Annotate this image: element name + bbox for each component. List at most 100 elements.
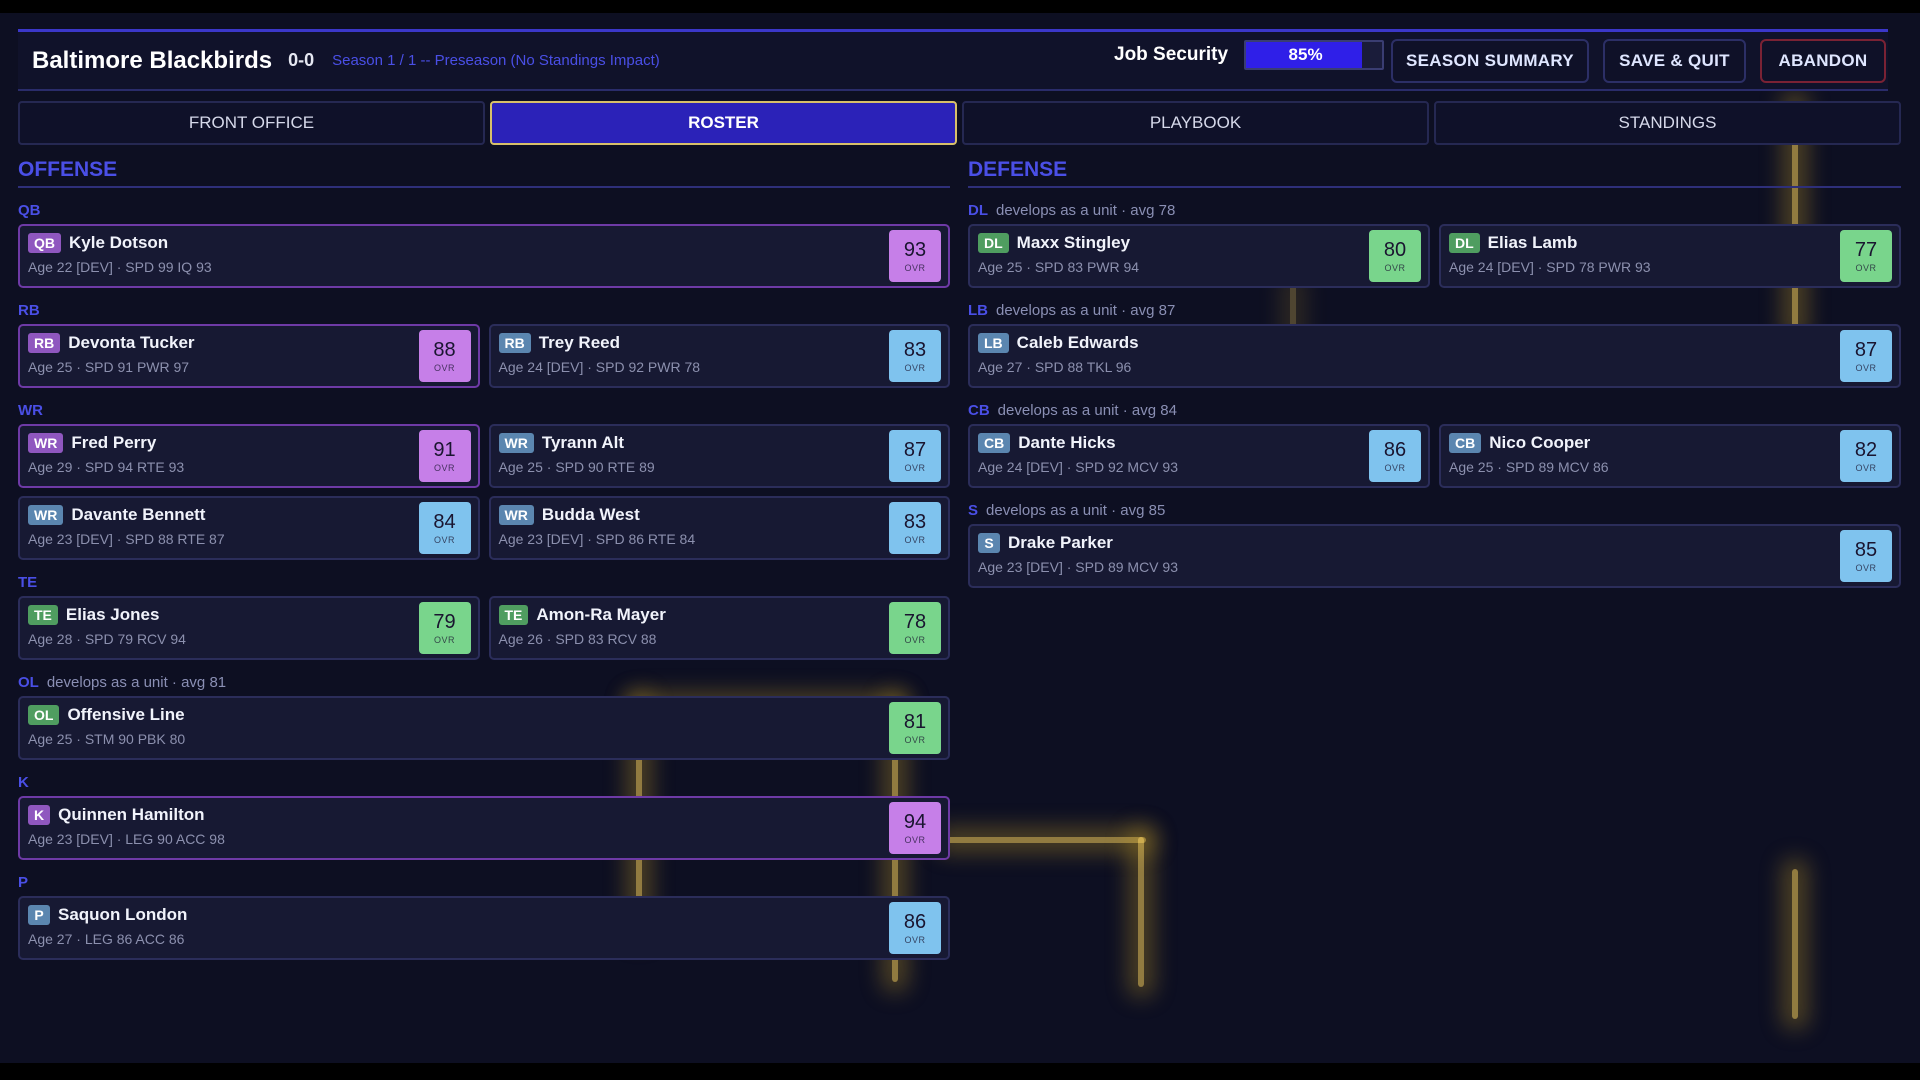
player-name: Quinnen Hamilton — [58, 805, 205, 824]
season-summary-button[interactable]: SEASON SUMMARY — [1391, 39, 1589, 83]
player-name: Elias Lamb — [1487, 233, 1578, 252]
overall-rating-label: OVR — [433, 462, 455, 473]
tab-front-office[interactable]: FRONT OFFICE — [18, 101, 485, 145]
position-label: OL — [18, 674, 39, 691]
player-info: Age 23 [DEV] · SPD 88 RTE 87 — [28, 531, 225, 547]
overall-rating-badge: 94 OVR — [889, 802, 941, 854]
overall-rating-badge: 78 OVR — [889, 602, 941, 654]
player-card[interactable]: LB Caleb Edwards Age 27 · SPD 88 TKL 96 87 O… — [968, 324, 1901, 388]
player-row: QB Kyle Dotson Age 22 [DEV] · SPD 99 IQ 93… — [18, 224, 950, 288]
player-row: K Quinnen Hamilton Age 23 [DEV] · LEG 90 A… — [18, 796, 950, 860]
unit-note: develops as a unit · avg 84 — [997, 402, 1177, 419]
position-badge: DL — [1449, 233, 1480, 253]
job-security-label: Job Security — [1114, 44, 1229, 65]
player-card[interactable]: RB Devonta Tucker Age 25 · SPD 91 PWR 97 88… — [18, 324, 480, 388]
position-label: P — [18, 874, 29, 891]
position-label: WR — [18, 402, 43, 419]
game-screen: Baltimore Blackbirds 0-0 Season 1 / 1 --… — [0, 13, 1920, 1063]
player-card[interactable]: DL Elias Lamb Age 24 [DEV] · SPD 78 PWR 93… — [1439, 224, 1901, 288]
player-info: Age 25 · SPD 91 PWR 97 — [28, 359, 190, 375]
player-info: Age 27 · SPD 88 TKL 96 — [978, 359, 1132, 375]
player-card[interactable]: OL Offensive Line Age 25 · STM 90 PBK 80 81… — [18, 696, 950, 760]
overall-rating-label: OVR — [1384, 262, 1406, 273]
player-name: Nico Cooper — [1489, 433, 1591, 452]
position-badge: RB — [28, 333, 61, 353]
overall-rating-value: 86 — [1383, 438, 1407, 461]
overall-rating-label: OVR — [1855, 362, 1877, 373]
player-info: Age 22 [DEV] · SPD 99 IQ 93 — [28, 259, 212, 275]
overall-rating-label: OVR — [904, 734, 926, 745]
player-card[interactable]: S Drake Parker Age 23 [DEV] · SPD 89 MCV 9… — [968, 524, 1901, 588]
position-label: LB — [968, 302, 988, 319]
player-row: OL Offensive Line Age 25 · STM 90 PBK 80 81… — [18, 696, 950, 760]
player-name: Caleb Edwards — [1016, 333, 1139, 352]
position-badge: DL — [978, 233, 1009, 253]
position-group-header: P — [18, 874, 950, 892]
defense-column: DEFENSE DL develops as a unit · avg 78 DL M… — [968, 158, 1901, 588]
player-card-header: CB Nico Cooper — [1449, 431, 1891, 455]
player-name: Drake Parker — [1008, 533, 1113, 552]
player-card[interactable]: P Saquon London Age 27 · LEG 86 ACC 86 86 OV… — [18, 896, 950, 960]
overall-rating-badge: 91 OVR — [418, 430, 471, 482]
abandon-button[interactable]: ABANDON — [1760, 39, 1886, 83]
player-card-header: CB Dante Hicks — [978, 431, 1420, 455]
player-card-header: K Quinnen Hamilton — [28, 803, 940, 827]
overall-rating-value: 83 — [903, 338, 927, 361]
overall-rating-value: 94 — [903, 810, 927, 833]
player-card[interactable]: WR Tyrann Alt Age 25 · SPD 90 RTE 89 87 OVR — [488, 424, 950, 488]
overall-rating-label: OVR — [433, 362, 455, 373]
player-card[interactable]: WR Davante Bennett Age 23 [DEV] · SPD 88 R… — [18, 496, 480, 560]
overall-rating-badge: 79 OVR — [418, 602, 471, 654]
overall-rating-label: OVR — [904, 462, 926, 473]
player-card[interactable]: WR Budda West Age 23 [DEV] · SPD 86 RTE 84… — [488, 496, 950, 560]
player-info: Age 23 [DEV] · SPD 89 MCV 93 — [978, 559, 1178, 575]
player-card[interactable]: QB Kyle Dotson Age 22 [DEV] · SPD 99 IQ 93… — [18, 224, 950, 288]
player-info: Age 24 [DEV] · SPD 92 MCV 93 — [978, 459, 1178, 475]
overall-rating-value: 79 — [433, 610, 456, 633]
player-card[interactable]: RB Trey Reed Age 24 [DEV] · SPD 92 PWR 78 8… — [488, 324, 950, 388]
player-info: Age 25 · SPD 90 RTE 89 — [498, 459, 655, 475]
decorative-glow-line — [1792, 869, 1798, 1019]
player-card[interactable]: WR Fred Perry Age 29 · SPD 94 RTE 93 91 OVR — [18, 424, 480, 488]
player-card[interactable]: K Quinnen Hamilton Age 23 [DEV] · LEG 90 A… — [18, 796, 950, 860]
player-name: Trey Reed — [538, 333, 620, 352]
player-name: Elias Jones — [65, 605, 160, 624]
overall-rating-badge: 84 OVR — [418, 502, 471, 554]
position-label: S — [968, 502, 979, 519]
overall-rating-value: 83 — [903, 510, 927, 533]
overall-rating-label: OVR — [904, 362, 926, 373]
offense-groups: QB QB Kyle Dotson Age 22 [DEV] · SPD 99 IQ … — [18, 202, 950, 960]
player-card-header: WR Tyrann Alt — [498, 431, 941, 455]
tab-roster[interactable]: ROSTER — [490, 101, 957, 145]
player-name: Kyle Dotson — [69, 233, 169, 252]
player-card[interactable]: TE Elias Jones Age 28 · SPD 79 RCV 94 79 OVR — [18, 596, 480, 660]
player-card-header: TE Elias Jones — [28, 603, 470, 627]
player-card[interactable]: DL Maxx Stingley Age 25 · SPD 83 PWR 94 80 O… — [968, 224, 1430, 288]
position-group-header: Sdevelops as a unit · avg 85 — [968, 502, 1901, 520]
player-card-header: LB Caleb Edwards — [978, 331, 1891, 355]
player-name: Dante Hicks — [1018, 433, 1116, 452]
overall-rating-value: 91 — [433, 438, 456, 461]
player-card[interactable]: CB Nico Cooper Age 25 · SPD 89 MCV 86 82 OVR — [1439, 424, 1901, 488]
player-card-header: RB Devonta Tucker — [28, 331, 470, 355]
tab-standings[interactable]: STANDINGS — [1434, 101, 1901, 145]
save-quit-button[interactable]: SAVE & QUIT — [1603, 39, 1746, 83]
player-name: Offensive Line — [67, 705, 185, 724]
player-card-header: RB Trey Reed — [498, 331, 941, 355]
decorative-glow-line — [1138, 837, 1144, 987]
overall-rating-badge: 81 OVR — [889, 702, 941, 754]
player-info: Age 28 · SPD 79 RCV 94 — [28, 631, 186, 647]
overall-rating-label: OVR — [904, 534, 926, 545]
tab-playbook[interactable]: PLAYBOOK — [962, 101, 1429, 145]
defense-title: DEFENSE — [968, 158, 1901, 188]
overall-rating-value: 85 — [1854, 538, 1878, 561]
player-row: S Drake Parker Age 23 [DEV] · SPD 89 MCV 9… — [968, 524, 1901, 588]
player-card[interactable]: CB Dante Hicks Age 24 [DEV] · SPD 92 MCV 9… — [968, 424, 1430, 488]
offense-title: OFFENSE — [18, 158, 950, 188]
overall-rating-badge: 77 OVR — [1840, 230, 1892, 282]
player-card[interactable]: TE Amon-Ra Mayer Age 26 · SPD 83 RCV 88 78 O… — [488, 596, 950, 660]
position-group-header: TE — [18, 574, 950, 592]
player-row: DL Maxx Stingley Age 25 · SPD 83 PWR 94 80 O… — [968, 224, 1901, 288]
player-row: RB Devonta Tucker Age 25 · SPD 91 PWR 97 88… — [18, 324, 950, 388]
player-name: Amon-Ra Mayer — [536, 605, 666, 624]
